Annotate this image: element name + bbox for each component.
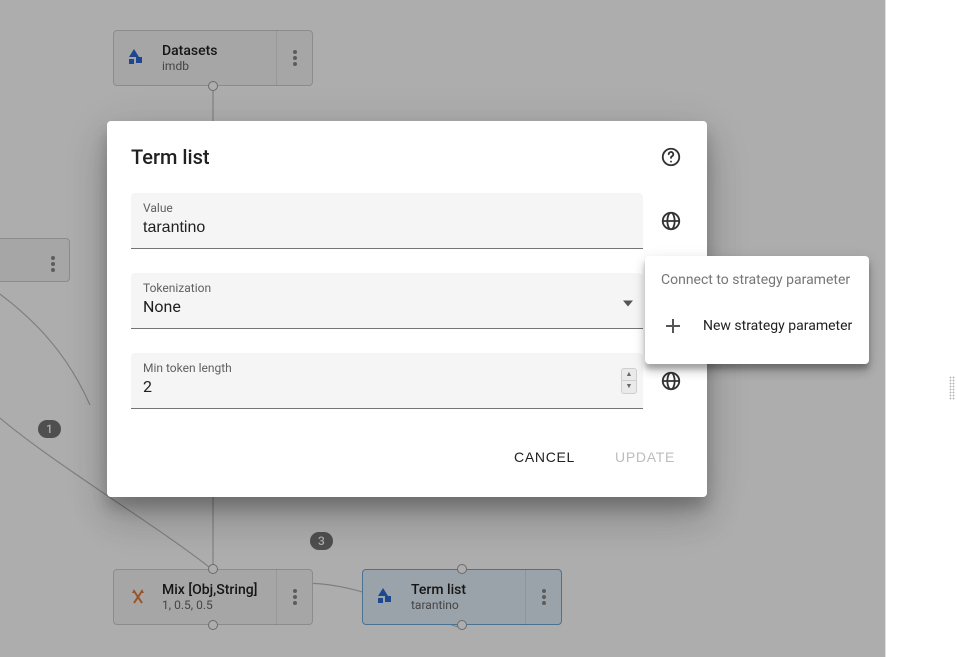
strategy-popover: Connect to strategy parameter New strate… (645, 256, 869, 364)
min-token-label: Min token length (143, 361, 631, 375)
tokenization-value: None (143, 297, 631, 316)
dialog-actions: CANCEL UPDATE (131, 441, 683, 473)
globe-button[interactable] (659, 209, 683, 233)
number-stepper[interactable]: ▲ ▼ (621, 368, 637, 394)
dialog-title: Term list (131, 145, 210, 169)
value-input[interactable] (143, 219, 631, 237)
workflow-canvas: Datasets imdb 1 3 Mix [Obj,String] 1, 0.… (0, 0, 957, 657)
help-button[interactable] (659, 145, 683, 169)
min-token-value: 2 (143, 377, 631, 396)
new-strategy-item[interactable]: New strategy parameter (645, 304, 869, 348)
right-rail (885, 0, 957, 657)
value-row: Value (131, 193, 683, 249)
new-strategy-label: New strategy parameter (703, 318, 852, 334)
value-field[interactable]: Value (131, 193, 643, 249)
min-token-row: Min token length 2 ▲ ▼ (131, 353, 683, 409)
globe-button[interactable] (659, 369, 683, 393)
stepper-up[interactable]: ▲ (622, 369, 636, 382)
stepper-down[interactable]: ▼ (622, 381, 636, 393)
term-list-dialog: Term list Value Tokenization None (107, 121, 707, 497)
popover-title: Connect to strategy parameter (645, 272, 869, 304)
tokenization-row: Tokenization None (131, 273, 683, 329)
tokenization-label: Tokenization (143, 281, 631, 295)
value-label: Value (143, 201, 631, 215)
plus-icon (661, 314, 685, 338)
tokenization-field[interactable]: Tokenization None (131, 273, 643, 329)
resize-grip[interactable] (949, 376, 955, 400)
cancel-button[interactable]: CANCEL (506, 441, 583, 473)
update-button: UPDATE (607, 441, 683, 473)
min-token-field[interactable]: Min token length 2 ▲ ▼ (131, 353, 643, 409)
